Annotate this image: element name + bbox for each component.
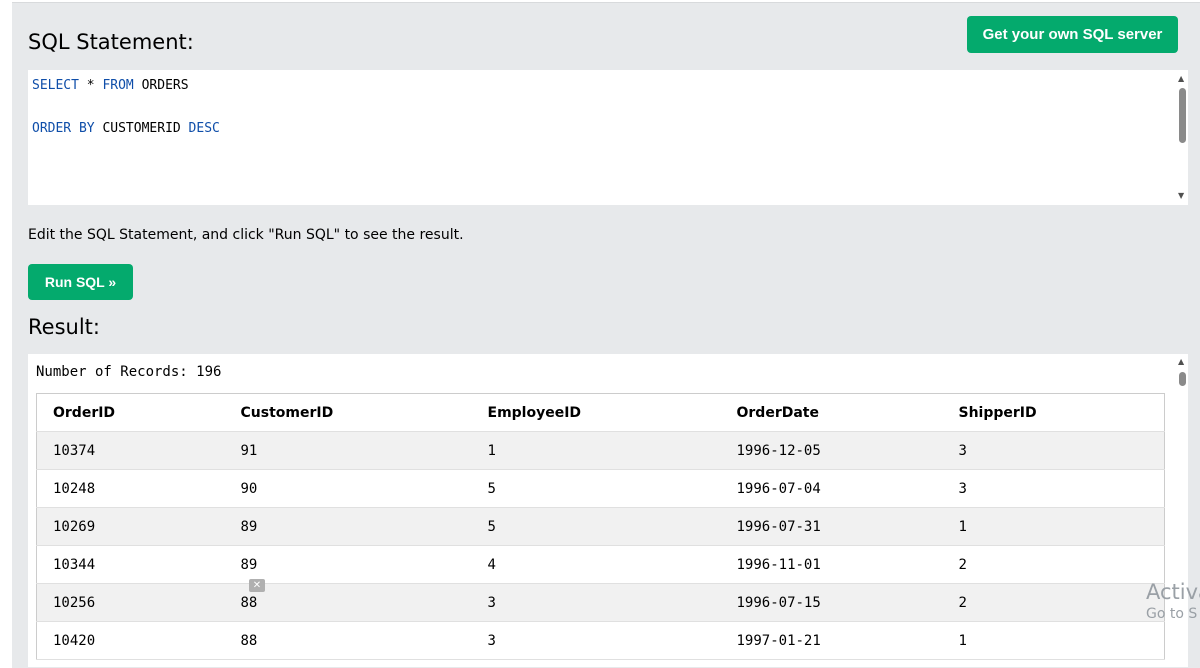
table-row: 10344 89 4 1996-11-01 2: [36, 545, 1165, 584]
sql-editor[interactable]: SELECT * FROM ORDERS ORDER BY CUSTOMERID…: [28, 70, 1188, 205]
run-sql-button[interactable]: Run SQL »: [28, 264, 133, 300]
table-cell: 1: [942, 507, 1165, 546]
table-row: 10420 88 3 1997-01-21 1: [36, 621, 1165, 660]
keyword-desc: DESC: [188, 121, 220, 136]
code-text: CUSTOMERID: [94, 121, 189, 136]
result-heading: Result:: [28, 315, 100, 339]
result-panel: Number of Records: 196 OrderID CustomerI…: [28, 354, 1188, 667]
arrow-up-icon[interactable]: ▲: [1178, 358, 1184, 366]
table-cell: 1: [942, 621, 1165, 660]
table-cell: 1996-07-04: [720, 469, 943, 508]
code-text: ORDERS: [133, 78, 189, 93]
arrow-down-icon[interactable]: ▼: [1178, 192, 1184, 200]
scrollbar-thumb[interactable]: [1179, 372, 1186, 386]
table-row: 10269 89 5 1996-07-31 1: [36, 507, 1165, 546]
keyword-select: SELECT: [32, 78, 79, 93]
scrollbar-thumb[interactable]: [1179, 88, 1186, 143]
column-header: ShipperID: [942, 393, 1165, 432]
table-row: 10256 88 3 1996-07-15 2: [36, 583, 1165, 622]
record-count: Number of Records: 196: [36, 364, 222, 380]
table-header-row: OrderID CustomerID EmployeeID OrderDate …: [36, 393, 1165, 432]
table-cell: 2: [942, 583, 1165, 622]
watermark-line-2: Go to S: [1146, 606, 1198, 622]
table-cell: 3: [471, 621, 721, 660]
table-cell: 10269: [36, 507, 225, 546]
table-cell: 10374: [36, 431, 225, 470]
code-line-1: SELECT * FROM ORDERS: [32, 78, 189, 93]
table-cell: 89: [224, 507, 472, 546]
table-cell: 3: [471, 583, 721, 622]
table-cell: 10248: [36, 469, 225, 508]
column-header: CustomerID: [224, 393, 472, 432]
column-header: OrderDate: [720, 393, 943, 432]
keyword-from: FROM: [102, 78, 134, 93]
code-line-2: ORDER BY CUSTOMERID DESC: [32, 121, 220, 136]
table-cell: 4: [471, 545, 721, 584]
table-cell: 1996-12-05: [720, 431, 943, 470]
table-cell: 2: [942, 545, 1165, 584]
code-text: *: [78, 78, 103, 93]
result-table: OrderID CustomerID EmployeeID OrderDate …: [36, 393, 1165, 660]
table-cell: 88: [224, 621, 472, 660]
table-cell: 90: [224, 469, 472, 508]
column-header: OrderID: [36, 393, 225, 432]
arrow-up-icon[interactable]: ▲: [1178, 75, 1184, 83]
table-cell: 10420: [36, 621, 225, 660]
instruction-text: Edit the SQL Statement, and click "Run S…: [28, 227, 464, 243]
table-cell: 1997-01-21: [720, 621, 943, 660]
table-cell: 1996-07-31: [720, 507, 943, 546]
table-cell: 91: [224, 431, 472, 470]
watermark-line-1: Activa: [1146, 580, 1200, 604]
table-cell: 10256: [36, 583, 225, 622]
table-cell: 89: [224, 545, 472, 584]
table-cell: 10344: [36, 545, 225, 584]
editor-scrollbar[interactable]: ▲ ▼: [1176, 70, 1188, 205]
table-cell: 3: [942, 431, 1165, 470]
table-cell: 1996-11-01: [720, 545, 943, 584]
table-cell: 1: [471, 431, 721, 470]
sql-statement-heading: SQL Statement:: [28, 30, 194, 54]
close-icon[interactable]: ✕: [249, 579, 265, 592]
table-cell: 3: [942, 469, 1165, 508]
table-cell: 1996-07-15: [720, 583, 943, 622]
activation-watermark: Activa Go to S: [1146, 580, 1200, 622]
table-cell: 5: [471, 507, 721, 546]
table-row: 10374 91 1 1996-12-05 3: [36, 431, 1165, 470]
column-header: EmployeeID: [471, 393, 721, 432]
table-row: 10248 90 5 1996-07-04 3: [36, 469, 1165, 508]
table-cell: 5: [471, 469, 721, 508]
keyword-order-by: ORDER BY: [32, 121, 95, 136]
get-sql-server-button[interactable]: Get your own SQL server: [967, 16, 1178, 53]
